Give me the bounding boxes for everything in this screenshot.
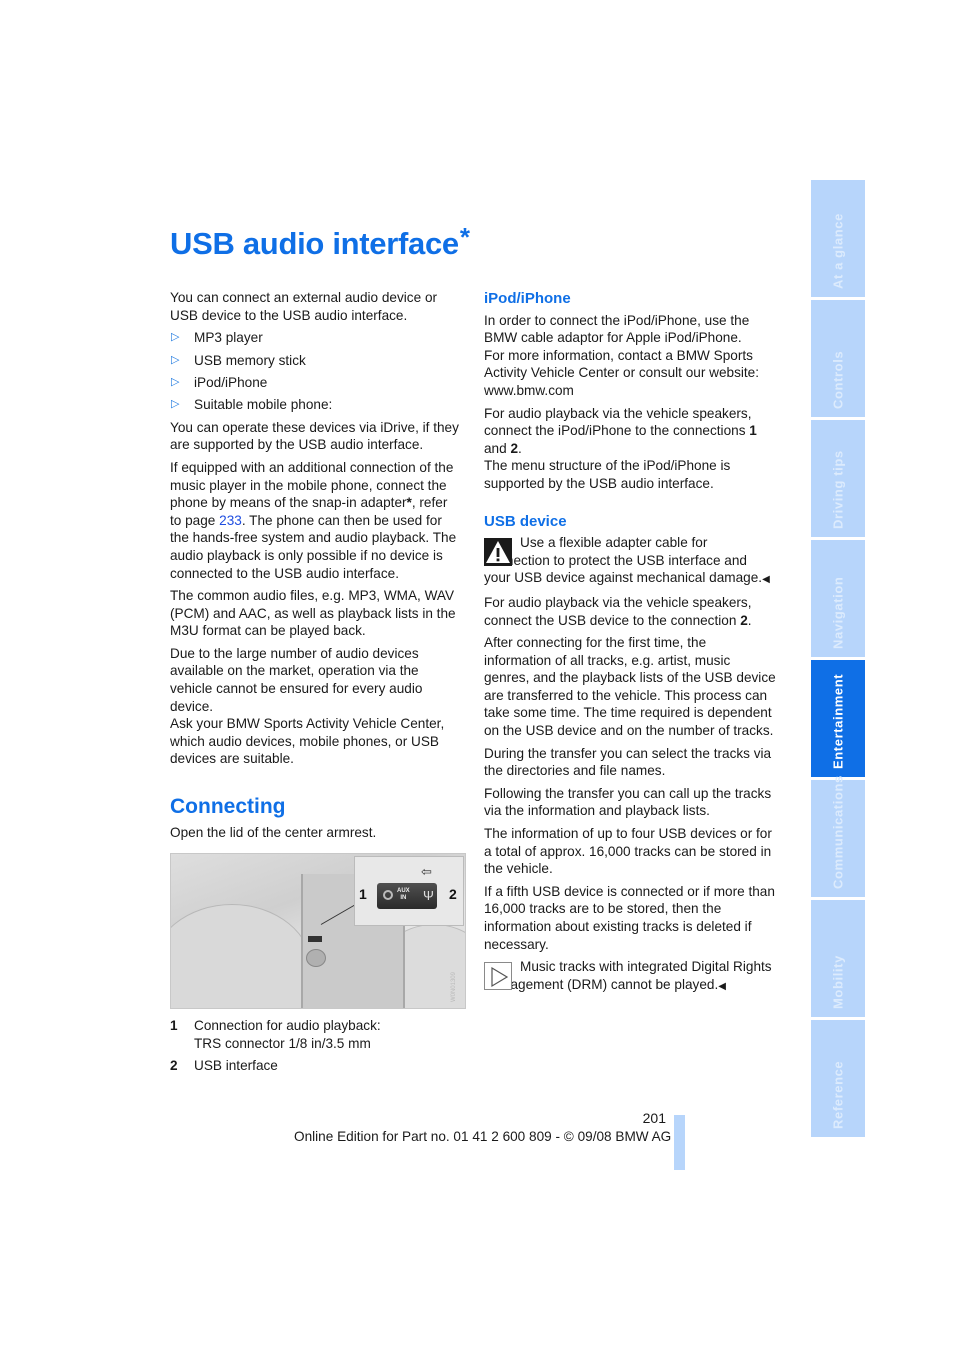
aux-label-line: AUX	[397, 888, 410, 895]
play-triangle-icon	[484, 962, 512, 991]
tab-label: Reference	[830, 1060, 846, 1129]
page-title: USB audio interface*	[170, 222, 470, 262]
list-item: ▷ iPod/iPhone	[170, 374, 462, 392]
idrive-paragraph: You can operate these devices via iDrive…	[170, 419, 459, 453]
list-item-text: iPod/iPhone	[194, 374, 268, 390]
footer-edition: Online Edition for Part no. 01 41 2 600 …	[294, 1129, 672, 1144]
usb-symbol-icon: Ψ	[423, 888, 434, 904]
tab-label: Controls	[830, 350, 846, 409]
connection-number: 2	[740, 612, 748, 628]
end-mark-icon: ◀	[718, 980, 726, 992]
list-item-text: USB memory stick	[194, 352, 306, 368]
paragraph-text: For audio playback via the vehicle speak…	[484, 594, 752, 628]
tab-controls[interactable]: Controls	[811, 300, 865, 417]
triangle-right-icon: ▷	[171, 398, 180, 411]
adapter-paragraph: If equipped with an additional connectio…	[170, 459, 462, 582]
tab-driving-tips[interactable]: Driving tips	[811, 420, 865, 537]
legend-item: 2 USB interface	[170, 1057, 462, 1075]
warning-text-content: Use a flexible adapter cable for connect…	[484, 535, 763, 586]
footer-bar	[674, 1115, 685, 1170]
connection-number: 1	[749, 423, 757, 439]
page-number: 201	[642, 1110, 666, 1126]
left-column: You can connect an external audio device…	[170, 289, 466, 1080]
warning-note: Use a flexible adapter cable for connect…	[484, 534, 776, 589]
paragraph-text: .	[747, 612, 752, 628]
tab-reference[interactable]: Reference	[811, 1020, 865, 1137]
connector-panel: AUX IN Ψ	[377, 883, 437, 910]
list-item: ▷ USB memory stick	[170, 352, 462, 370]
list-item: ▷ MP3 player	[170, 329, 462, 347]
triangle-right-icon: ▷	[171, 375, 180, 388]
paragraph-text: For audio playback via the vehicle speak…	[484, 405, 752, 439]
tab-label: Communications	[830, 775, 846, 889]
triangle-right-icon: ▷	[171, 353, 180, 366]
usb-storage-paragraph: The information of up to four USB device…	[484, 826, 772, 877]
paragraph-text: and	[484, 440, 511, 456]
tab-label: At a glance	[830, 213, 846, 289]
connecting-heading: Connecting	[170, 795, 286, 819]
page-reference-link[interactable]: 233	[219, 513, 242, 528]
legend-number: 2	[170, 1058, 178, 1074]
tab-communications[interactable]: Communications	[811, 775, 865, 897]
ipod-paragraph-website: For more information, contact a BMW Spor…	[484, 347, 760, 398]
chapter-tabs: At a glance Controls Driving tips Naviga…	[811, 180, 865, 1140]
tab-entertainment[interactable]: Entertainment	[811, 660, 865, 777]
callout-2: 2	[449, 886, 457, 903]
legend-text: USB interface	[194, 1058, 278, 1074]
warning-icon	[484, 538, 512, 567]
right-column: iPod/iPhone In order to connect the iPod…	[484, 290, 776, 1000]
legend-number: 1	[170, 1018, 178, 1034]
socket-shape	[308, 936, 322, 943]
ipod-heading: iPod/iPhone	[484, 290, 571, 307]
info-text: Music tracks with integrated Digital Rig…	[484, 958, 776, 995]
connector-detail-inset: ⇦ 1 2 AUX IN Ψ	[354, 856, 464, 927]
callout-1: 1	[359, 886, 367, 903]
usb-select-paragraph: During the transfer you can select the t…	[484, 745, 772, 779]
intro-paragraph: You can connect an external audio device…	[170, 290, 438, 323]
connection-number: 2	[510, 440, 519, 456]
tab-at-a-glance[interactable]: At a glance	[811, 180, 865, 297]
aux-in-label: AUX IN	[397, 888, 410, 902]
image-code: W0N01309	[451, 972, 458, 1003]
usb-transfer-paragraph: After connecting for the first time, the…	[484, 635, 776, 739]
info-note: Music tracks with integrated Digital Rig…	[484, 958, 776, 995]
formats-paragraph: The common audio files, e.g. MP3, WMA, W…	[170, 588, 456, 639]
armrest-connection-image: ⇦ 1 2 AUX IN Ψ W0N01309	[170, 853, 466, 1010]
optional-equipment-star: *	[459, 222, 470, 252]
devices-paragraph: Due to the large number of audio devices…	[170, 645, 423, 714]
tab-mobility[interactable]: Mobility	[811, 900, 865, 1017]
ipod-paragraph: In order to connect the iPod/iPhone, use…	[484, 312, 750, 346]
devices-paragraph-2: Ask your BMW Sports Activity Vehicle Cen…	[170, 716, 445, 767]
info-text-content: Music tracks with integrated Digital Rig…	[484, 959, 772, 992]
list-item-text: Suitable mobile phone:	[194, 397, 333, 413]
end-mark-icon: ◀	[762, 574, 770, 586]
ipod-menu-paragraph: The menu structure of the iPod/iPhone is…	[484, 458, 731, 491]
tab-label: Entertainment	[830, 673, 846, 769]
paragraph-text: .	[518, 440, 522, 456]
ipod-connect-paragraph: For audio playback via the vehicle speak…	[484, 405, 776, 458]
arrow-left-icon: ⇦	[421, 864, 432, 880]
device-list: ▷ MP3 player ▷ USB memory stick ▷ iPod/iPho…	[170, 329, 462, 414]
legend-item: 1 Connection for audio playback: TRS con…	[170, 1017, 462, 1052]
triangle-right-icon: ▷	[171, 331, 180, 344]
page-title-text: USB audio interface	[170, 226, 459, 261]
tab-label: Navigation	[830, 576, 846, 649]
usb-connect-paragraph: For audio playback via the vehicle speak…	[484, 594, 776, 629]
tab-label: Mobility	[830, 955, 846, 1009]
usb-fifth-device-paragraph: If a fifth USB device is connected or if…	[484, 883, 775, 952]
usb-callup-paragraph: Following the transfer you can call up t…	[484, 785, 772, 819]
list-item: ▷ Suitable mobile phone:	[170, 396, 462, 414]
aux-jack-icon	[383, 890, 393, 901]
warning-text: Use a flexible adapter cable for connect…	[484, 534, 776, 589]
legend-text: Connection for audio playback:	[194, 1018, 381, 1034]
connecting-text: Open the lid of the center armrest.	[170, 824, 377, 840]
in-label-line: IN	[400, 895, 407, 902]
legend-text: TRS connector 1/8 in/3.5 mm	[194, 1035, 371, 1051]
usb-device-heading: USB device	[484, 512, 567, 530]
seat-left-shape	[171, 904, 313, 1009]
tab-label: Driving tips	[830, 450, 846, 529]
tab-navigation[interactable]: Navigation	[811, 540, 865, 657]
list-item-text: MP3 player	[194, 330, 263, 346]
